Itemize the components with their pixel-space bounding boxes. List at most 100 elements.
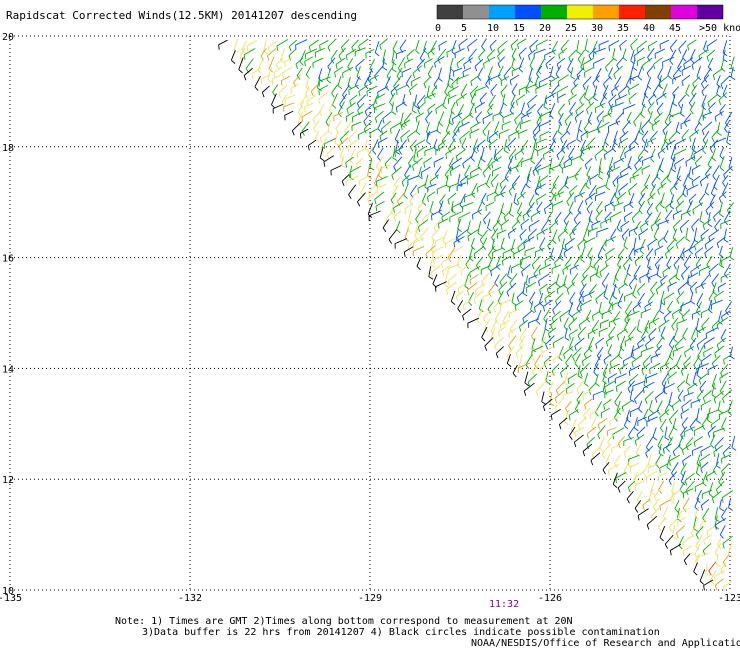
wind-barb <box>647 192 656 201</box>
wind-barb <box>427 47 436 55</box>
wind-barb <box>632 380 645 387</box>
wind-barb <box>619 335 626 348</box>
wind-barb-flag <box>573 219 578 225</box>
wind-barb <box>728 497 732 508</box>
wind-barb <box>641 119 650 130</box>
wind-barb <box>388 229 398 240</box>
wind-barb-flag <box>660 204 665 209</box>
wind-barb <box>719 525 726 535</box>
wind-barb-flag <box>669 47 674 53</box>
wind-barb <box>686 184 699 191</box>
wind-barb <box>334 66 343 73</box>
wind-barb <box>696 293 704 305</box>
wind-barb <box>482 121 491 132</box>
wind-barb <box>673 219 681 228</box>
wind-barb-flag <box>646 211 651 217</box>
wind-barb-flag <box>607 378 610 384</box>
wind-barb-flag <box>711 137 715 142</box>
wind-barb-flag <box>634 261 637 267</box>
wind-barb-flag <box>589 414 591 420</box>
wind-barb <box>310 84 319 92</box>
wind-barb-flag <box>593 97 598 102</box>
wind-barb <box>230 50 236 61</box>
wind-barb <box>618 183 629 192</box>
wind-barb-flag <box>696 332 699 338</box>
wind-barb-flag <box>539 181 542 187</box>
wind-barb <box>710 434 716 445</box>
wind-barb <box>486 191 497 197</box>
wind-barb <box>414 94 418 106</box>
wind-barb <box>456 290 465 297</box>
wind-barb-flag <box>671 405 675 411</box>
wind-barb-flag <box>523 390 527 396</box>
wind-barb <box>699 265 710 272</box>
wind-barb-flag <box>687 45 690 51</box>
wind-barb-flag <box>648 335 652 341</box>
wind-barb-flag <box>718 409 723 414</box>
wind-barb-flag <box>705 210 709 216</box>
wind-barb <box>667 65 672 76</box>
legend-label: 35 <box>617 23 629 34</box>
wind-barb <box>522 209 532 217</box>
wind-barb <box>520 139 529 151</box>
wind-barb <box>419 47 427 59</box>
wind-barb-flag <box>568 415 571 421</box>
wind-barb <box>725 301 732 312</box>
wind-barb <box>525 275 529 285</box>
wind-barb <box>355 58 365 68</box>
wind-barb-flag <box>451 252 453 258</box>
wind-barb <box>450 101 456 112</box>
wind-barb <box>720 328 727 339</box>
wind-barb-flag <box>609 362 612 368</box>
wind-barb <box>468 48 477 59</box>
wind-barb-flag <box>669 550 672 556</box>
wind-barb-flag <box>438 78 443 82</box>
wind-barb <box>307 139 317 146</box>
wind-barb <box>640 308 652 314</box>
wind-barb-flag <box>675 533 679 539</box>
wind-barb-flag <box>415 50 420 55</box>
wind-barb <box>398 139 407 151</box>
wind-barb <box>305 76 310 88</box>
wind-barb <box>502 247 515 254</box>
wind-barb <box>704 182 709 193</box>
wind-barb <box>509 319 518 329</box>
wind-barb <box>607 463 620 472</box>
wind-barb <box>489 39 497 47</box>
wind-barb <box>422 211 433 220</box>
wind-barb <box>576 380 585 390</box>
wind-barb-flag <box>712 175 717 181</box>
wind-barb-flag <box>669 60 674 65</box>
wind-barb-flag <box>645 452 648 458</box>
wind-barb <box>433 219 441 229</box>
wind-barb-flag <box>473 298 477 304</box>
wind-barb-flag <box>467 236 470 242</box>
wind-barb-flag <box>603 296 609 300</box>
wind-barb <box>309 39 320 47</box>
wind-barb <box>554 211 562 221</box>
wind-barb-flag <box>556 288 559 295</box>
wind-barb <box>393 75 402 87</box>
wind-barb <box>647 101 655 111</box>
wind-barb-flag <box>325 121 330 127</box>
wind-barb-flag <box>542 406 546 412</box>
wind-barb <box>565 256 573 266</box>
wind-barb <box>695 463 700 474</box>
wind-barb <box>346 175 359 182</box>
wind-barb-flag <box>706 46 709 52</box>
wind-barb-flag <box>605 341 609 347</box>
wind-barb-flag <box>379 45 382 51</box>
wind-barb <box>637 508 649 516</box>
wind-barb <box>702 130 710 141</box>
wind-barb-flag <box>576 51 582 55</box>
wind-barb <box>579 317 590 326</box>
wind-barb <box>721 490 733 499</box>
wind-barb <box>669 39 678 48</box>
wind-barb <box>325 112 333 123</box>
wind-barb <box>508 228 517 235</box>
wind-barb <box>482 113 493 120</box>
wind-barb-flag <box>616 335 620 341</box>
wind-barb-flag <box>577 335 581 341</box>
wind-barb-flag <box>645 477 648 483</box>
wind-barb-flag <box>490 271 493 277</box>
